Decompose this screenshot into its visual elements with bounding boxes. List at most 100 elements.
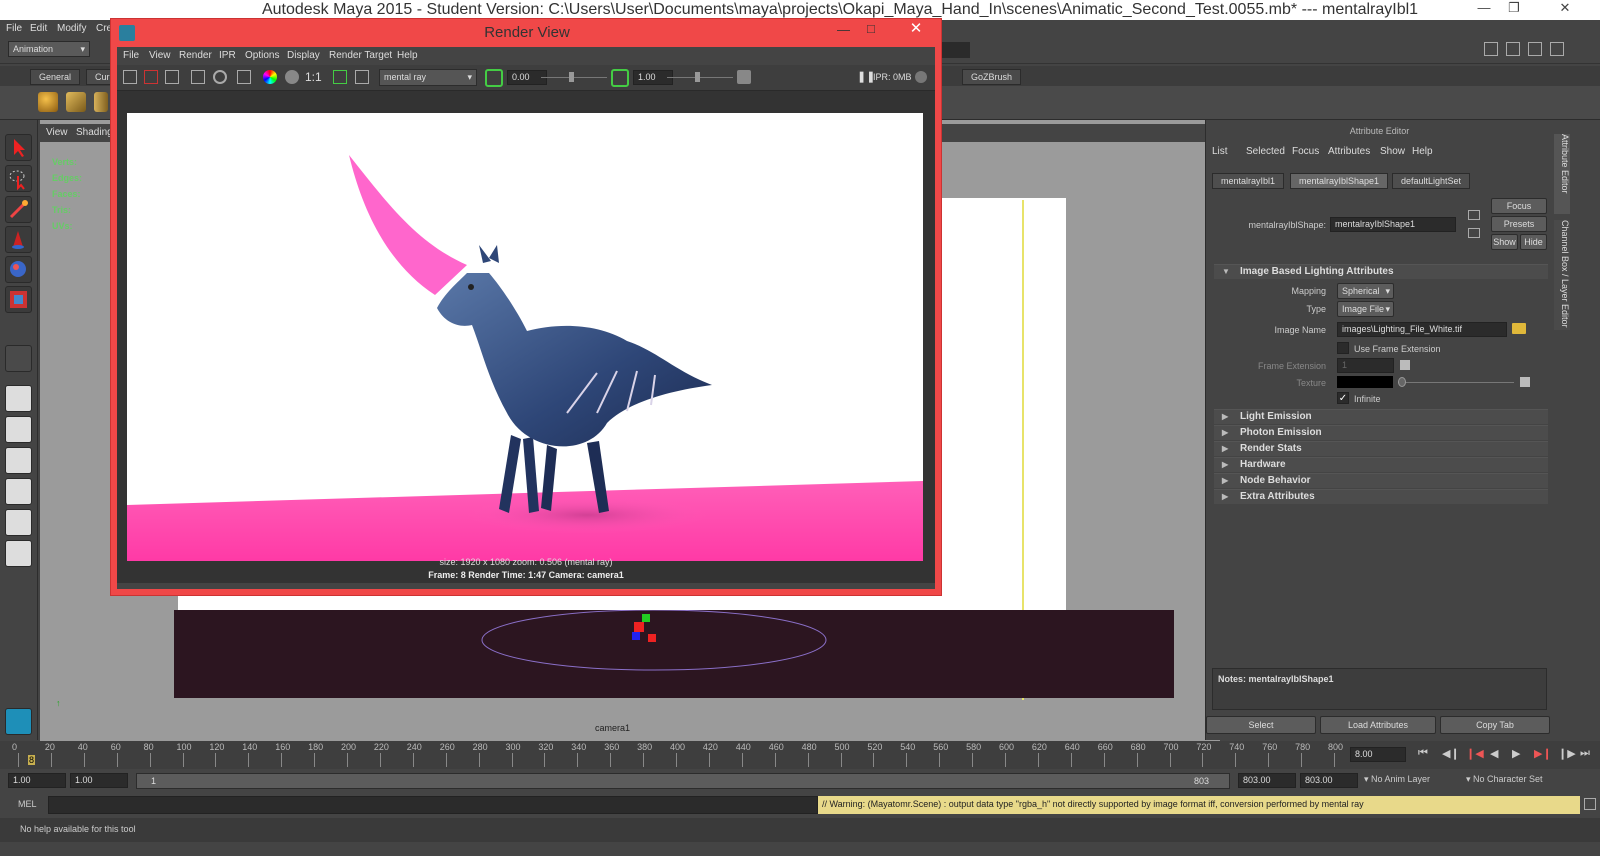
menu-modify[interactable]: Modify (57, 23, 86, 34)
step-forward-frame-icon[interactable]: ▶❙ (1534, 747, 1552, 760)
show-button[interactable]: Show (1491, 234, 1518, 250)
go-to-end-icon[interactable]: ⏭ (1580, 747, 1590, 760)
rv-menu-render[interactable]: Render (179, 50, 212, 61)
minimize-button[interactable]: — (1470, 0, 1498, 18)
menu-file[interactable]: File (6, 23, 22, 34)
section-ibl-attributes[interactable]: ▼ Image Based Lighting Attributes (1214, 264, 1548, 279)
image-name-field[interactable]: images\Lighting_File_White.tif (1337, 322, 1507, 337)
play-backwards-icon[interactable]: ◀ (1490, 747, 1498, 760)
go-output-icon[interactable] (1468, 228, 1480, 238)
use-frame-extension-checkbox[interactable] (1337, 342, 1349, 354)
close-button[interactable]: ✕ (1535, 0, 1595, 18)
attr-menu-attributes[interactable]: Attributes (1328, 146, 1370, 157)
alpha-channel-icon[interactable] (285, 70, 299, 84)
toggle-panel-icon[interactable] (1528, 42, 1542, 56)
remove-image-icon[interactable] (355, 70, 369, 84)
animation-start-field[interactable]: 1.00 (8, 773, 66, 788)
gamma-slider-handle[interactable] (695, 72, 700, 82)
command-input[interactable] (48, 796, 818, 814)
rgb-channels-icon[interactable] (263, 70, 277, 84)
time-slider[interactable]: 0 20 40 60 80 100 120 140 160 180 200 220 240 260 280 3… (0, 741, 1600, 769)
playback-start-field[interactable]: 1.00 (70, 773, 128, 788)
texture-map-icon[interactable] (1520, 377, 1530, 387)
layout-outliner-icon[interactable] (5, 447, 32, 474)
vp-menu-view[interactable]: View (46, 127, 68, 138)
layout-hypershade-icon[interactable] (5, 540, 32, 567)
rv-minimize-button[interactable]: — (837, 22, 850, 37)
tab-mentalrayiblshape1[interactable]: mentalrayIblShape1 (1290, 173, 1389, 189)
toggle-panel-icon[interactable] (1550, 42, 1564, 56)
attr-menu-focus[interactable]: Focus (1292, 146, 1319, 157)
side-tab-attribute-editor[interactable]: Attribute Editor (1554, 134, 1570, 214)
lasso-tool-icon[interactable] (5, 165, 32, 192)
attr-menu-help[interactable]: Help (1412, 146, 1433, 157)
shelf-tab-general[interactable]: General (30, 69, 81, 85)
cylinder-icon[interactable] (94, 92, 108, 112)
gamma-slider[interactable] (667, 77, 733, 78)
last-tool-icon[interactable] (5, 345, 32, 372)
folder-icon[interactable] (1512, 323, 1526, 334)
scale-tool-icon[interactable] (5, 286, 32, 313)
render-view-titlebar[interactable]: Render View — □ ✕ (111, 19, 943, 47)
range-bar[interactable]: 1 803 (136, 773, 1230, 789)
cube-icon[interactable] (66, 92, 86, 112)
texture-color-swatch[interactable] (1337, 376, 1393, 388)
render-canvas[interactable]: size: 1920 x 1080 zoom: 0.506 (mental ra… (117, 91, 935, 583)
rv-menu-file[interactable]: File (123, 50, 139, 61)
layout-single-icon[interactable] (5, 385, 32, 412)
exposure-slider-handle[interactable] (569, 72, 574, 82)
maximize-button[interactable]: ❐ (1500, 0, 1528, 18)
menu-set-select[interactable]: Animation ▾ (8, 41, 90, 57)
section-light-emission[interactable]: ▶ Light Emission (1214, 409, 1548, 424)
mapping-select[interactable]: Spherical ▾ (1337, 283, 1394, 299)
tab-mentalrayibl1[interactable]: mentalrayIbl1 (1212, 173, 1285, 189)
character-set-select[interactable]: ▾ No Character Set (1466, 774, 1543, 785)
select-button[interactable]: Select (1206, 716, 1316, 734)
rv-menu-options[interactable]: Options (245, 50, 279, 61)
section-node-behavior[interactable]: ▶ Node Behavior (1214, 473, 1548, 488)
rv-menu-view[interactable]: View (149, 50, 171, 61)
texture-slider-handle[interactable] (1398, 377, 1406, 387)
rv-close-button[interactable]: ✕ (895, 19, 937, 39)
color-management-icon[interactable] (737, 70, 751, 84)
exposure-slider[interactable] (541, 77, 607, 78)
section-extra-attributes[interactable]: ▶ Extra Attributes (1214, 489, 1548, 504)
section-hardware[interactable]: ▶ Hardware (1214, 457, 1548, 472)
hide-button[interactable]: Hide (1520, 234, 1547, 250)
rv-menu-display[interactable]: Display (287, 50, 320, 61)
sphere-icon[interactable] (38, 92, 58, 112)
step-forward-key-icon[interactable]: ❙▶ (1558, 747, 1576, 760)
load-attributes-button[interactable]: Load Attributes (1320, 716, 1436, 734)
attr-menu-show[interactable]: Show (1380, 146, 1405, 157)
current-frame-field[interactable]: 8.00 (1350, 747, 1406, 762)
rotate-tool-icon[interactable] (5, 256, 32, 283)
texture-slider[interactable] (1398, 382, 1514, 383)
script-type-button[interactable]: MEL (18, 799, 37, 809)
presets-button[interactable]: Presets (1491, 216, 1547, 232)
rv-menu-help[interactable]: Help (397, 50, 418, 61)
vp-menu-shading[interactable]: Shading (76, 127, 113, 138)
map-button-icon[interactable] (1400, 360, 1410, 370)
snapshot-icon[interactable] (165, 70, 179, 84)
infinite-checkbox[interactable]: ✓ (1337, 392, 1349, 404)
render-region-icon[interactable] (144, 70, 158, 84)
rv-maximize-button[interactable]: □ (867, 21, 875, 36)
play-forwards-icon[interactable]: ▶ (1512, 747, 1520, 760)
tab-defaultlightset[interactable]: defaultLightSet (1392, 173, 1471, 189)
refresh-icon[interactable] (213, 70, 227, 84)
keep-image-icon[interactable] (333, 70, 347, 84)
attr-menu-selected[interactable]: Selected (1246, 146, 1285, 157)
exposure-reset-icon[interactable] (485, 69, 503, 87)
go-input-icon[interactable] (1468, 210, 1480, 220)
quick-field[interactable] (940, 42, 970, 58)
frame-extension-field[interactable]: 1 (1337, 358, 1394, 373)
step-back-key-icon[interactable]: ◀❙ (1442, 747, 1460, 760)
toggle-panel-icon[interactable] (1484, 42, 1498, 56)
layout-graph-icon[interactable] (5, 509, 32, 536)
notes-field[interactable]: Notes: mentalrayIblShape1 (1212, 668, 1547, 710)
playback-end-field[interactable]: 803.00 (1238, 773, 1296, 788)
current-frame-marker[interactable]: 8 (28, 755, 36, 765)
gamma-reset-icon[interactable] (611, 69, 629, 87)
node-name-field[interactable]: mentalrayIblShape1 (1330, 217, 1456, 232)
toggle-panel-icon[interactable] (1506, 42, 1520, 56)
